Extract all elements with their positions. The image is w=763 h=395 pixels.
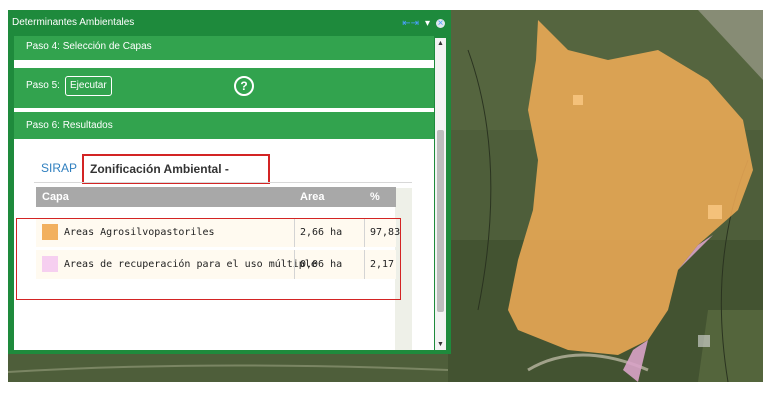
header-area: Area	[300, 191, 325, 203]
collapse-arrows-icon[interactable]: ⇤⇥	[402, 18, 419, 29]
scroll-thumb[interactable]	[437, 130, 444, 312]
tab-divider	[34, 182, 412, 183]
panel-title: Determinantes Ambientales	[12, 17, 135, 28]
close-icon[interactable]: ×	[436, 18, 445, 28]
minimize-arrow-icon[interactable]: ▾	[425, 18, 430, 29]
determinantes-panel: Determinantes Ambientales ⇤⇥ ▾ × Paso 4:…	[8, 10, 451, 354]
table-header: Capa Area %	[36, 187, 396, 207]
step-4-label: Paso 4: Selección de Capas	[26, 41, 152, 52]
screenshot-frame: Determinantes Ambientales ⇤⇥ ▾ × Paso 4:…	[8, 10, 763, 382]
header-pct: %	[370, 191, 380, 203]
help-icon[interactable]: ?	[234, 76, 254, 96]
step-6-label: Paso 6: Resultados	[26, 120, 113, 131]
results-highlight-box	[16, 218, 401, 300]
step-4-header[interactable]: Paso 4: Selección de Capas	[14, 36, 434, 60]
tab-sirap[interactable]: SIRAP	[41, 161, 77, 175]
panel-scrollbar[interactable]: ▲ ▼	[435, 38, 446, 350]
step-5-header: Paso 5: Ejecutar ?	[14, 68, 434, 108]
panel-content: Paso 4: Selección de Capas Paso 5: Ejecu…	[14, 36, 434, 350]
header-capa: Capa	[42, 191, 69, 203]
scroll-up-arrow-icon[interactable]: ▲	[435, 40, 446, 47]
title-actions: ⇤⇥ ▾ ×	[402, 10, 445, 36]
tab-zonificacion-ambiental[interactable]: Zonificación Ambiental - POMCAS	[82, 154, 270, 202]
step-6-header[interactable]: Paso 6: Resultados	[14, 112, 434, 139]
execute-button[interactable]: Ejecutar	[65, 76, 112, 96]
scroll-down-arrow-icon[interactable]: ▼	[435, 341, 446, 348]
step-5-label: Paso 5:	[26, 80, 60, 91]
